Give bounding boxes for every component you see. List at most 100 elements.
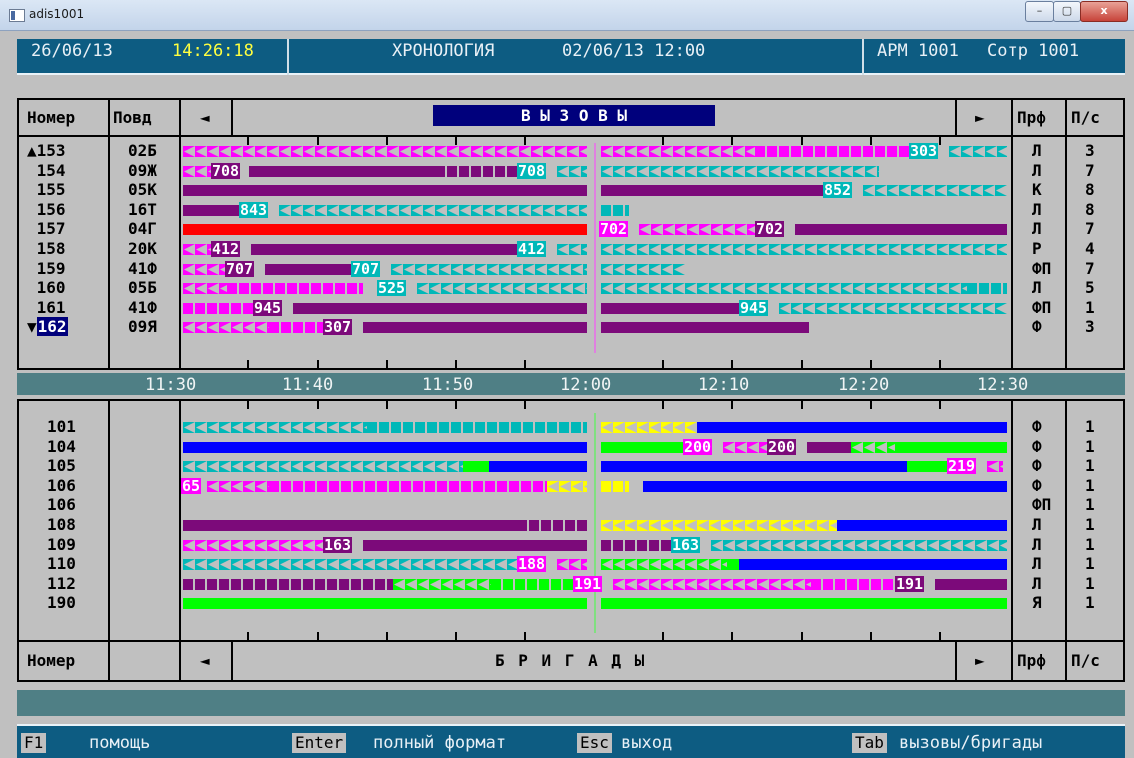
brigade-number[interactable]: 106 bbox=[47, 497, 76, 513]
call-tag: 708 bbox=[517, 161, 547, 180]
call-reason: 05К bbox=[128, 180, 157, 200]
brigade-number[interactable]: 106 bbox=[47, 477, 76, 493]
call-row-number[interactable]: 154 bbox=[27, 162, 66, 178]
call-ps: 3 bbox=[1085, 317, 1095, 337]
brigade-number[interactable]: 104 bbox=[47, 438, 76, 454]
title-bar[interactable]: adis1001 – ▢ x bbox=[0, 0, 1134, 31]
brigade-number[interactable]: 101 bbox=[47, 419, 76, 435]
axis-tick bbox=[870, 401, 872, 409]
calls-col-reason: Повд bbox=[113, 108, 152, 127]
call-row-number[interactable]: ▲153 bbox=[27, 141, 66, 160]
call-row-number[interactable]: 157 bbox=[27, 221, 66, 237]
enter-key[interactable]: Enter bbox=[292, 733, 347, 753]
call-tag: 191 bbox=[895, 574, 925, 593]
header-mode: ХРОНОЛОГИЯ bbox=[392, 41, 495, 61]
calls-col-profile: Прф bbox=[1017, 108, 1046, 127]
timeline-bar bbox=[183, 204, 239, 216]
call-row-number[interactable]: 155 bbox=[27, 182, 66, 198]
axis-tick bbox=[939, 632, 941, 640]
call-profile: Л bbox=[1032, 278, 1042, 298]
brigade-number[interactable]: 110 bbox=[47, 556, 76, 572]
brigade-profile: Л bbox=[1032, 573, 1042, 593]
timeline-arrows bbox=[601, 263, 685, 275]
maximize-button[interactable]: ▢ bbox=[1053, 1, 1081, 22]
header-mode-datetime: 02/06/13 12:00 bbox=[562, 41, 706, 61]
brigade-ps: 1 bbox=[1085, 495, 1095, 515]
call-number: 162 bbox=[36, 317, 68, 337]
header-separator bbox=[287, 39, 289, 75]
brigade-number[interactable]: 105 bbox=[47, 458, 76, 474]
tab-key[interactable]: Tab bbox=[852, 733, 887, 753]
timeline-bar bbox=[463, 461, 489, 473]
calls-nav-right[interactable]: ► bbox=[975, 108, 985, 127]
call-profile: ФП bbox=[1032, 258, 1052, 278]
timeline-bar bbox=[489, 461, 587, 473]
call-row-number[interactable]: 156 bbox=[27, 201, 66, 217]
calls-col-ps: П/с bbox=[1071, 108, 1100, 127]
call-profile: Л bbox=[1032, 199, 1042, 219]
calls-nav-left[interactable]: ◄ bbox=[200, 108, 210, 127]
call-profile: ФП bbox=[1032, 297, 1052, 317]
brigades-col-profile: Прф bbox=[1017, 651, 1046, 670]
call-reason: 41Ф bbox=[128, 297, 157, 317]
brigade-profile: ФП bbox=[1032, 495, 1052, 515]
call-row-number[interactable]: 161 bbox=[27, 297, 66, 317]
call-row-number[interactable]: ▼162 bbox=[27, 317, 68, 337]
grid-line bbox=[1011, 399, 1013, 682]
axis-tick bbox=[317, 632, 319, 640]
timeline-arrows bbox=[183, 422, 367, 433]
minimize-button[interactable]: – bbox=[1025, 1, 1054, 22]
grid-line bbox=[17, 368, 1125, 370]
brigade-ps: 1 bbox=[1085, 573, 1095, 593]
grid-line bbox=[17, 98, 1125, 100]
time-label: 11:40 bbox=[282, 375, 334, 395]
timeline-arrows bbox=[987, 461, 1003, 473]
brigade-number[interactable]: 112 bbox=[47, 575, 76, 591]
brigade-number[interactable]: 108 bbox=[47, 517, 76, 533]
call-number: 159 bbox=[36, 258, 66, 278]
axis-tick bbox=[386, 632, 388, 640]
enter-label: полный формат bbox=[373, 733, 507, 753]
brigade-ps: 1 bbox=[1085, 417, 1095, 436]
call-row-number[interactable]: 160 bbox=[27, 280, 66, 296]
close-button[interactable]: x bbox=[1080, 1, 1128, 22]
timeline-bar bbox=[643, 480, 1007, 492]
brigade-number[interactable]: 190 bbox=[47, 595, 76, 611]
axis-tick bbox=[801, 401, 803, 409]
axis-tick bbox=[317, 137, 319, 145]
scroll-down-icon[interactable]: ▼ bbox=[27, 317, 37, 336]
call-tag: 191 bbox=[573, 574, 603, 593]
timeline-bar bbox=[363, 539, 587, 551]
call-tag: 412 bbox=[517, 240, 547, 258]
calls-title: В Ы З О В Ы bbox=[433, 105, 715, 126]
grid-line bbox=[179, 98, 181, 370]
call-ps: 8 bbox=[1085, 180, 1095, 200]
brigade-ps: 1 bbox=[1085, 456, 1095, 476]
f1-key[interactable]: F1 bbox=[21, 733, 47, 753]
timeline-arrows bbox=[207, 480, 269, 492]
brigades-nav-right[interactable]: ► bbox=[975, 651, 985, 670]
time-label: 12:30 bbox=[977, 375, 1029, 395]
call-row-number[interactable]: 159 bbox=[27, 258, 66, 278]
timeline-arrows bbox=[557, 244, 587, 255]
call-number: 161 bbox=[36, 297, 66, 317]
axis-tick bbox=[939, 360, 941, 368]
call-row-number[interactable]: 158 bbox=[27, 241, 66, 257]
esc-key[interactable]: Esc bbox=[577, 733, 612, 753]
axis-tick bbox=[247, 360, 249, 368]
header-time: 14:26:18 bbox=[172, 41, 254, 61]
terminal-screen: 26/06/13 14:26:18 ХРОНОЛОГИЯ 02/06/13 12… bbox=[17, 31, 1125, 758]
time-label: 11:30 bbox=[145, 375, 197, 395]
call-profile: Ф bbox=[1032, 317, 1042, 337]
scroll-up-icon[interactable]: ▲ bbox=[27, 141, 37, 160]
timeline-arrows bbox=[601, 146, 755, 157]
call-reason: 04Г bbox=[128, 219, 157, 239]
axis-tick bbox=[801, 632, 803, 640]
brigades-nav-left[interactable]: ◄ bbox=[200, 651, 210, 670]
brigade-profile: Л bbox=[1032, 534, 1042, 554]
call-tag: 843 bbox=[239, 200, 269, 219]
grid-line bbox=[1123, 98, 1125, 370]
brigades-title: Б Р И Г А Д Ы bbox=[495, 651, 645, 670]
brigade-number[interactable]: 109 bbox=[47, 536, 76, 552]
call-tag: 702 bbox=[755, 220, 785, 239]
